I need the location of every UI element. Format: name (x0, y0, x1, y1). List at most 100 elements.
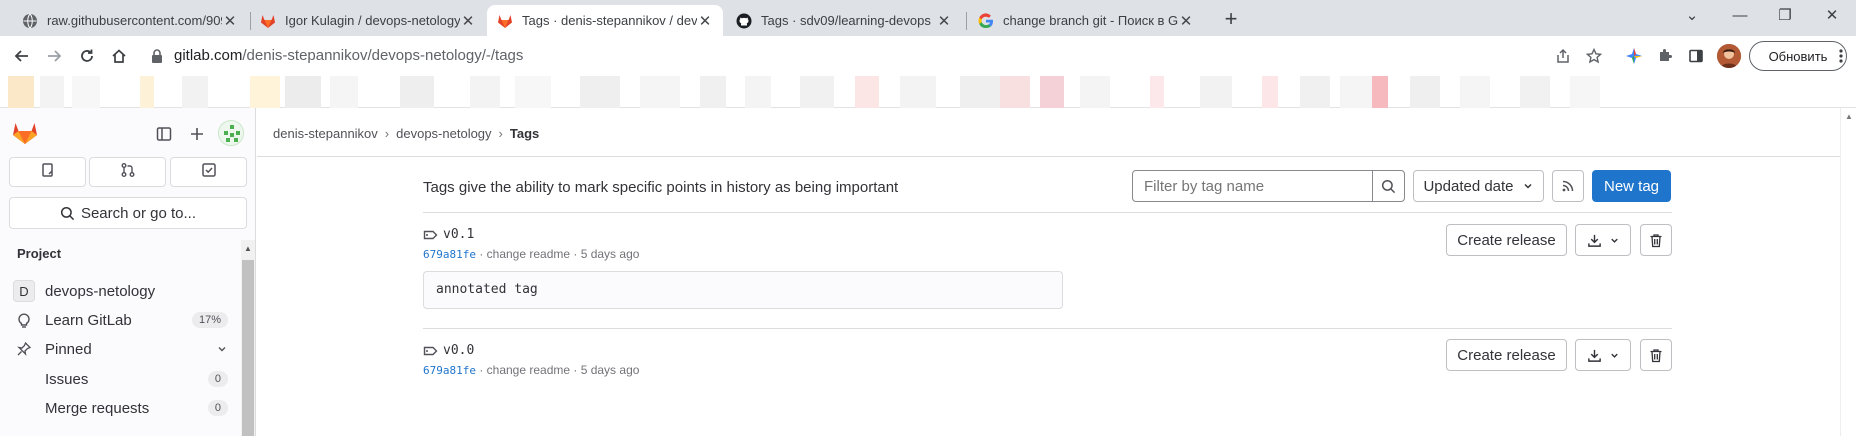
restore-icon[interactable]: ❐ (1765, 4, 1805, 28)
download-dropdown[interactable] (1575, 339, 1631, 371)
header-divider (257, 156, 1840, 157)
side-panel-icon[interactable] (1684, 44, 1708, 68)
home-icon[interactable] (107, 44, 131, 68)
sidebar-scrollbar[interactable]: ▲ (241, 240, 255, 436)
window-close-icon[interactable]: ✕ (1812, 4, 1852, 28)
share-icon[interactable] (1551, 44, 1575, 68)
tag-icon (423, 229, 438, 241)
create-new-icon[interactable] (185, 122, 209, 146)
profile-avatar[interactable] (1717, 44, 1741, 68)
tag-commit-meta: 679a81fe · change readme · 5 days ago (423, 247, 640, 261)
tab-search-icon[interactable]: ⌄ (1672, 4, 1712, 28)
assigned-issues-button[interactable] (9, 157, 86, 187)
issues-icon (40, 162, 56, 183)
forward-icon[interactable] (42, 44, 66, 68)
search-or-go-to-button[interactable]: Search or go to... (9, 197, 247, 229)
search-icon (1381, 179, 1396, 194)
new-tag-button[interactable]: New tag (1592, 170, 1671, 202)
count-badge: 0 (207, 371, 228, 387)
close-icon[interactable]: ✕ (222, 12, 238, 30)
browser-tab-3-active[interactable]: Tags · denis-stepannikov / devo ✕ (487, 5, 723, 36)
sidebar-item-merge-requests[interactable]: Merge requests 0 (12, 393, 232, 423)
tag-name-link[interactable]: v0.1 (423, 227, 474, 242)
google-icon (978, 12, 994, 29)
browser-toolbar: gitlab.com/denis-stepannikov/devops-neto… (0, 36, 1856, 76)
close-icon[interactable]: ✕ (697, 12, 713, 30)
search-label: Search or go to... (80, 204, 197, 222)
merge-request-icon (120, 162, 136, 183)
rss-icon (1561, 179, 1575, 193)
breadcrumb-current[interactable]: Tags (510, 126, 539, 141)
gitlab-icon (497, 13, 513, 29)
download-dropdown[interactable] (1575, 224, 1631, 256)
filter-search-button[interactable] (1372, 170, 1405, 202)
user-avatar[interactable] (218, 120, 244, 146)
browser-tab-bar: raw.githubusercontent.com/909 ✕ Igor Kul… (0, 0, 1856, 36)
sidebar-item-pinned[interactable]: Pinned (12, 334, 232, 364)
chevron-right-icon: › (498, 126, 503, 141)
lightbulb-icon (12, 308, 36, 332)
sidebar-toggle-icon[interactable] (152, 122, 176, 146)
scroll-up-icon[interactable]: ▲ (1845, 112, 1853, 121)
page-description: Tags give the ability to mark specific p… (423, 179, 899, 196)
download-icon (1587, 233, 1602, 248)
create-release-button[interactable]: Create release (1446, 224, 1567, 256)
tab-title: Tags · sdv09/learning-devops (761, 13, 931, 28)
page-scrollbar[interactable]: ▲ (1840, 108, 1856, 436)
chevron-right-icon: › (384, 126, 390, 141)
browser-tab-4[interactable]: Tags · sdv09/learning-devops ✕ (726, 5, 962, 36)
minimize-icon[interactable]: — (1720, 4, 1760, 28)
download-icon (1587, 348, 1602, 363)
more-menu-icon[interactable] (1829, 44, 1853, 68)
browser-tab-5[interactable]: change branch git - Поиск в Go ✕ (968, 5, 1204, 36)
rss-feed-button[interactable] (1552, 170, 1584, 202)
create-release-button[interactable]: Create release (1446, 339, 1567, 371)
sort-label: Updated date (1423, 177, 1514, 195)
extension-colorful-icon[interactable] (1622, 44, 1646, 68)
reload-icon[interactable] (75, 44, 99, 68)
sidebar-item-project[interactable]: D devops-netology (12, 276, 232, 306)
merge-requests-button[interactable] (89, 157, 166, 187)
close-icon[interactable]: ✕ (460, 12, 476, 30)
delete-tag-button[interactable] (1640, 339, 1672, 371)
scrollbar-thumb[interactable] (242, 260, 254, 436)
scroll-up-icon[interactable]: ▲ (244, 244, 252, 253)
sidebar-item-learn-gitlab[interactable]: Learn GitLab 17% (12, 305, 232, 335)
delete-tag-button[interactable] (1640, 224, 1672, 256)
list-divider (423, 212, 1672, 213)
new-tab-button[interactable]: + (1217, 6, 1245, 34)
sort-dropdown[interactable]: Updated date (1413, 170, 1544, 202)
breadcrumb: denis-stepannikov › devops-netology › Ta… (273, 126, 539, 141)
bookmark-star-icon[interactable] (1582, 44, 1606, 68)
pin-icon (12, 337, 36, 361)
tag-name-link[interactable]: v0.0 (423, 343, 474, 358)
close-icon[interactable]: ✕ (936, 12, 952, 30)
browser-tab-1[interactable]: raw.githubusercontent.com/909 ✕ (12, 5, 248, 36)
tag-message: annotated tag (423, 271, 1063, 309)
todos-button[interactable] (170, 157, 247, 187)
url-text: gitlab.com/denis-stepannikov/devops-neto… (174, 47, 524, 64)
back-icon[interactable] (10, 44, 34, 68)
extensions-puzzle-icon[interactable] (1653, 44, 1677, 68)
breadcrumb-owner[interactable]: denis-stepannikov (273, 126, 378, 141)
bookmarks-bar-blurred (0, 76, 1856, 108)
close-icon[interactable]: ✕ (1178, 12, 1194, 30)
breadcrumb-project[interactable]: devops-netology (396, 126, 491, 141)
gitlab-logo-icon[interactable] (12, 120, 38, 150)
sidebar-item-label: Merge requests (45, 399, 150, 417)
chevron-down-icon (216, 343, 228, 355)
trash-icon (1649, 233, 1663, 248)
browser-tab-2[interactable]: Igor Kulagin / devops-netology ✕ (250, 5, 486, 36)
address-bar[interactable]: gitlab.com/denis-stepannikov/devops-neto… (146, 40, 1596, 72)
tag-icon (423, 345, 438, 357)
lock-icon[interactable] (150, 48, 164, 69)
search-icon (60, 206, 75, 221)
sidebar-item-label: Pinned (45, 340, 92, 358)
sidebar-item-issues[interactable]: Issues 0 (12, 364, 232, 394)
tag-filter-input[interactable] (1132, 170, 1373, 202)
sidebar-section-title: Project (17, 246, 62, 261)
progress-badge: 17% (191, 312, 228, 328)
commit-sha-link[interactable]: 679a81fe (423, 364, 476, 377)
trash-icon (1649, 348, 1663, 363)
commit-sha-link[interactable]: 679a81fe (423, 248, 476, 261)
